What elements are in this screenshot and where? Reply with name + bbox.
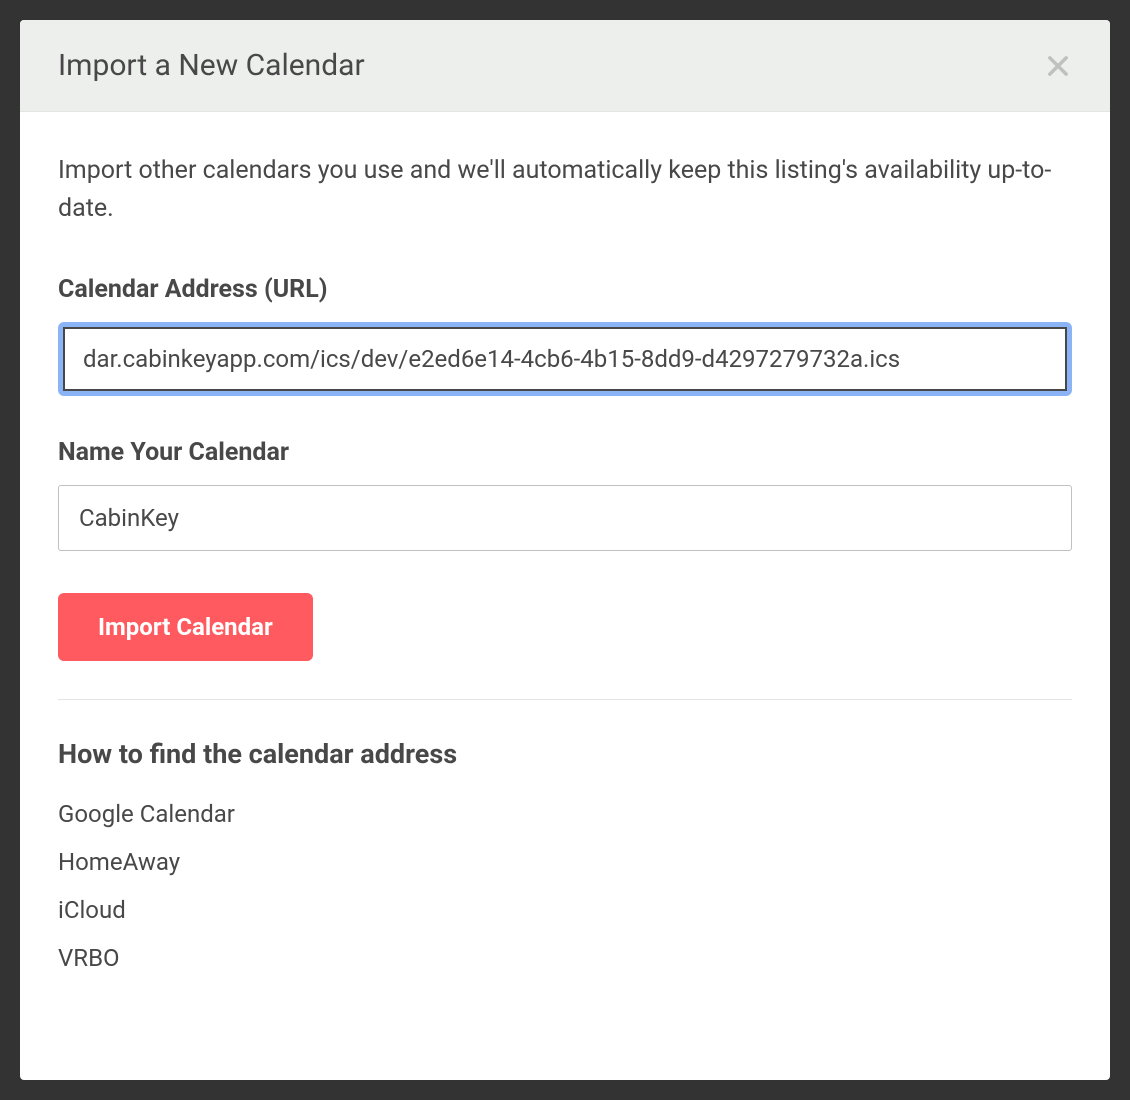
url-input-wrapper (58, 322, 1072, 396)
close-icon[interactable] (1044, 52, 1072, 80)
modal-header: Import a New Calendar (20, 20, 1110, 112)
help-link-homeaway[interactable]: HomeAway (58, 848, 1072, 876)
import-calendar-button[interactable]: Import Calendar (58, 593, 313, 661)
calendar-url-input[interactable] (63, 327, 1067, 391)
modal-body: Import other calendars you use and we'll… (20, 112, 1110, 1080)
help-link-vrbo[interactable]: VRBO (58, 944, 1072, 972)
help-link-google[interactable]: Google Calendar (58, 800, 1072, 828)
help-heading: How to find the calendar address (58, 738, 1072, 770)
import-calendar-modal: Import a New Calendar Import other calen… (20, 20, 1110, 1080)
name-label: Name Your Calendar (58, 438, 1072, 467)
modal-title: Import a New Calendar (58, 48, 365, 83)
divider (58, 699, 1072, 700)
modal-description: Import other calendars you use and we'll… (58, 152, 1072, 227)
url-label: Calendar Address (URL) (58, 275, 1072, 304)
calendar-name-input[interactable] (58, 485, 1072, 551)
help-links-list: Google Calendar HomeAway iCloud VRBO (58, 800, 1072, 972)
help-link-icloud[interactable]: iCloud (58, 896, 1072, 924)
